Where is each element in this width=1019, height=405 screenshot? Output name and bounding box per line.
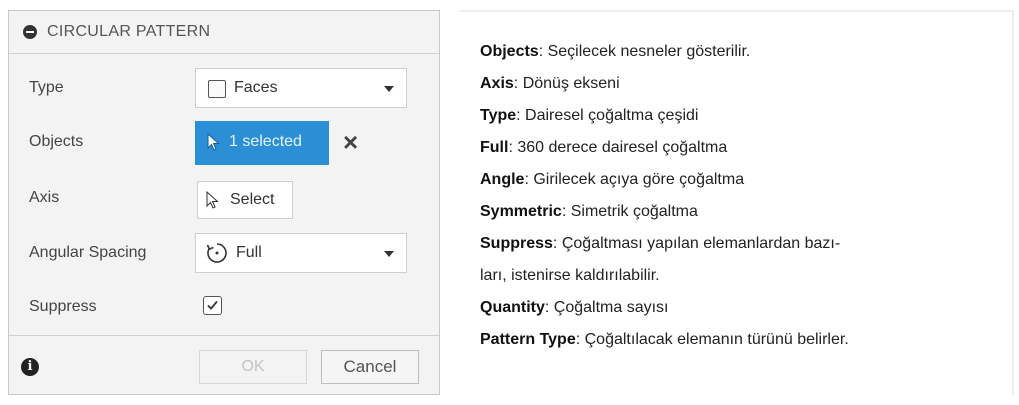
definition: : Simetrik çoğaltma (561, 203, 698, 220)
type-value: Faces (234, 79, 278, 96)
rotate-icon (206, 242, 228, 269)
objects-value: 1 selected (229, 133, 302, 150)
description-panel: Objects: Seçilecek nesneler gösterilir. … (460, 10, 1014, 395)
circular-pattern-dialog: CIRCULAR PATTERN Type Faces Objects 1 se… (8, 10, 440, 395)
list-item: Symmetric: Simetrik çoğaltma (480, 196, 849, 228)
term: Objects (480, 43, 539, 60)
cancel-button[interactable]: Cancel (321, 350, 419, 384)
dialog-header[interactable]: CIRCULAR PATTERN (9, 11, 439, 54)
definition: : Çoğaltılacak elemanın türünü belirler. (575, 331, 849, 348)
term: Symmetric (480, 203, 562, 220)
type-label: Type (29, 79, 64, 96)
definition: : Çoğaltma sayısı (544, 299, 669, 316)
angular-spacing-value: Full (236, 244, 262, 261)
list-item: Quantity: Çoğaltma sayısı (480, 292, 849, 324)
axis-select-button[interactable]: Select (197, 181, 293, 219)
dialog-title: CIRCULAR PATTERN (47, 23, 211, 40)
list-item: Axis: Dönüş ekseni (480, 68, 849, 100)
cursor-icon (206, 190, 220, 214)
suppress-checkbox[interactable] (203, 296, 222, 315)
close-icon[interactable]: × (343, 127, 358, 157)
info-icon[interactable]: i (21, 358, 39, 376)
list-item: Objects: Seçilecek nesneler gösterilir. (480, 36, 849, 68)
axis-label: Axis (29, 189, 60, 206)
faces-icon (208, 80, 226, 98)
list-item: Type: Dairesel çoğaltma çeşidi (480, 100, 849, 132)
chevron-down-icon (384, 86, 394, 92)
term: Quantity (480, 299, 545, 316)
axis-value: Select (230, 191, 275, 208)
term: Axis (480, 75, 514, 92)
definition: : Dairesel çoğaltma çeşidi (516, 107, 699, 124)
dialog-footer: i OK Cancel (9, 335, 439, 394)
type-dropdown[interactable]: Faces (195, 68, 407, 108)
term: Pattern Type (480, 331, 576, 348)
ok-button[interactable]: OK (199, 350, 307, 384)
chevron-down-icon (384, 251, 394, 257)
term: Full (480, 139, 509, 156)
list-item: Full: 360 derece dairesel çoğaltma (480, 132, 849, 164)
definition: : 360 derece dairesel çoğaltma (508, 139, 728, 156)
list-item: Angle: Girilecek açıya göre çoğaltma (480, 164, 849, 196)
list-item: Pattern Type: Çoğaltılacak elemanın türü… (480, 324, 849, 356)
term: Type (480, 107, 517, 124)
suppress-label: Suppress (29, 298, 97, 315)
definition: : Seçilecek nesneler gösterilir. (538, 43, 751, 60)
description-list: Objects: Seçilecek nesneler gösterilir. … (480, 36, 849, 356)
objects-selection-button[interactable]: 1 selected (195, 121, 329, 165)
angular-spacing-dropdown[interactable]: Full (195, 233, 407, 273)
list-item: ları, istenirse kaldırılabilir. (480, 260, 849, 292)
definition: : Dönüş ekseni (513, 75, 620, 92)
list-item: Suppress: Çoğaltması yapılan elemanlarda… (480, 228, 849, 260)
cursor-icon (207, 132, 221, 156)
definition: : Girilecek açıya göre çoğaltma (524, 171, 745, 188)
term: Angle (480, 171, 525, 188)
collapse-icon[interactable] (23, 25, 37, 39)
term: Suppress (480, 235, 553, 252)
definition: ları, istenirse kaldırılabilir. (480, 267, 660, 284)
definition: : Çoğaltması yapılan elemanlardan bazı- (552, 235, 841, 252)
objects-label: Objects (29, 133, 84, 150)
angular-spacing-label: Angular Spacing (29, 244, 147, 261)
